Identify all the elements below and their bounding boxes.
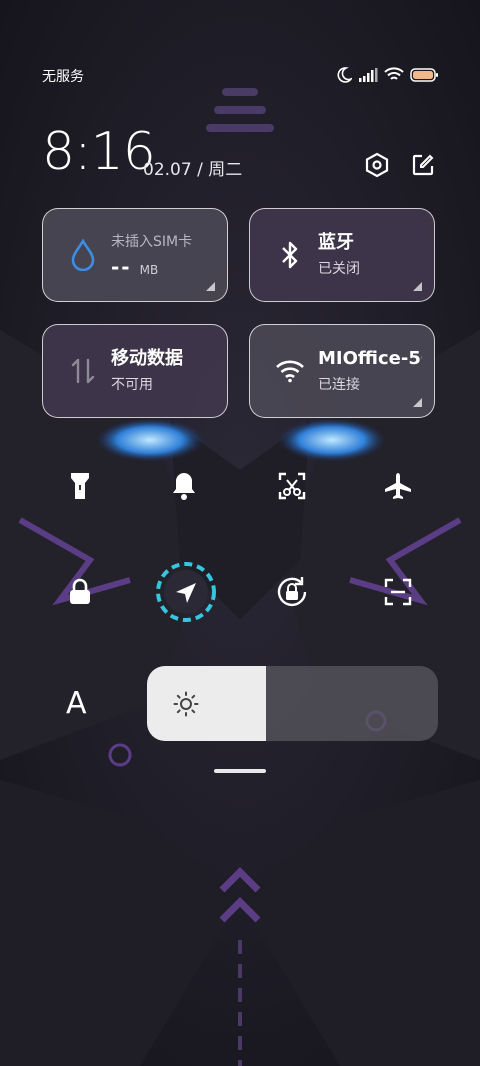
panel-drag-handle[interactable] — [214, 769, 266, 773]
bluetooth-icon — [272, 237, 308, 273]
signal-icon — [359, 68, 378, 82]
mobile-data-title: 移动数据 — [111, 348, 183, 369]
status-icons — [336, 64, 440, 86]
bluetooth-tile[interactable]: 蓝牙 已关闭 — [249, 208, 435, 302]
wifi-tile[interactable]: MIOffice-5G 已连接 — [249, 324, 435, 418]
scan-icon[interactable] — [378, 572, 418, 612]
edit-icon[interactable] — [408, 150, 438, 180]
wifi-status: 已连接 — [318, 377, 360, 393]
tile-expand-corner — [413, 282, 422, 291]
auto-brightness-button[interactable]: A — [66, 686, 87, 721]
wifi-icon — [272, 353, 308, 389]
lock-icon[interactable] — [60, 572, 100, 612]
rotation-lock-icon[interactable] — [272, 572, 312, 612]
date-separator: / — [197, 160, 203, 180]
clock-time: 8:16 — [42, 122, 156, 182]
flashlight-icon[interactable] — [60, 466, 100, 506]
sun-icon — [173, 691, 199, 717]
carrier-status: 无服务 — [42, 69, 84, 85]
sim-status-label: 未插入SIM卡 — [111, 234, 193, 250]
mobile-data-status: 不可用 — [111, 377, 153, 393]
data-usage-value: -- — [111, 255, 132, 279]
data-arrows-icon — [65, 353, 101, 389]
mobile-data-tile[interactable]: 移动数据 不可用 — [42, 324, 228, 418]
tile-expand-corner — [206, 282, 215, 291]
data-usage-unit: MB — [139, 263, 159, 277]
water-drop-icon — [65, 237, 101, 273]
date-label: 02.07 / 周二 — [143, 155, 242, 180]
bluetooth-status: 已关闭 — [318, 261, 360, 277]
bell-icon[interactable] — [164, 466, 204, 506]
sim-data-tile[interactable]: 未插入SIM卡 -- MB — [42, 208, 228, 302]
bluetooth-title: 蓝牙 — [318, 232, 354, 253]
tile-expand-corner — [413, 398, 422, 407]
location-icon[interactable] — [154, 560, 218, 624]
screenshot-icon[interactable] — [272, 466, 312, 506]
brightness-slider[interactable] — [147, 666, 438, 741]
wifi-network-name: MIOffice-5G — [318, 348, 422, 369]
wifi-icon — [384, 67, 404, 80]
brightness-fill — [147, 666, 267, 741]
settings-hexagon-icon[interactable] — [362, 150, 392, 180]
weekday: 周二 — [208, 160, 243, 180]
battery-icon — [410, 68, 438, 82]
date: 02.07 — [143, 160, 192, 180]
airplane-icon[interactable] — [378, 466, 418, 506]
moon-icon — [337, 67, 352, 83]
